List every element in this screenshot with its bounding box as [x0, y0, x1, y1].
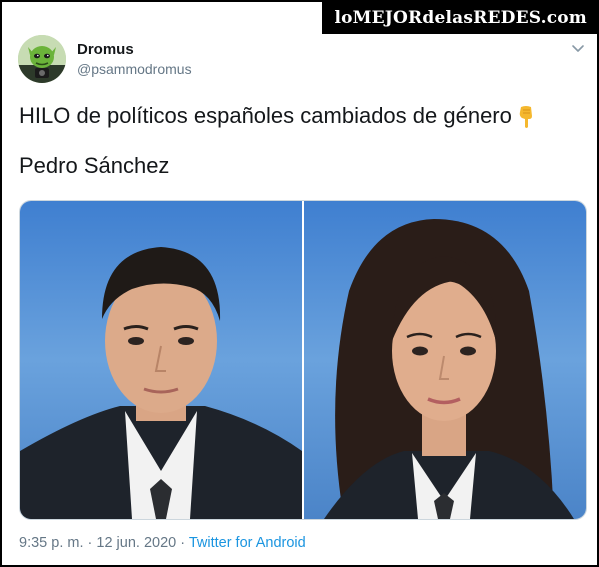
chevron-down-icon — [572, 45, 584, 52]
tweet-meta: 9:35 p. m. · 12 jun. 2020 · Twitter for … — [19, 535, 306, 551]
alien-avatar-icon — [18, 35, 66, 83]
tweet-text-line1: HILO de políticos españoles cambiados de… — [19, 103, 512, 128]
meta-separator: · — [83, 535, 97, 551]
tweet-menu-button[interactable] — [570, 40, 586, 56]
photo-original[interactable] — [20, 201, 302, 519]
meta-separator: · — [176, 535, 189, 551]
tweet-header: Dromus @psammodromus — [18, 35, 588, 85]
tweet-time[interactable]: 9:35 p. m. — [19, 535, 83, 551]
display-name[interactable]: Dromus — [77, 41, 134, 58]
backhand-index-pointing-down-emoji — [519, 106, 532, 129]
user-handle[interactable]: @psammodromus — [77, 61, 192, 77]
tweet-media[interactable] — [19, 200, 587, 520]
photo-gender-swapped[interactable] — [304, 201, 586, 519]
tweet-date[interactable]: 12 jun. 2020 — [96, 535, 176, 551]
tweet-source-link[interactable]: Twitter for Android — [189, 535, 306, 551]
man-portrait-image — [20, 201, 302, 519]
tweet-text: HILO de políticos españoles cambiados de… — [19, 102, 579, 180]
watermark: loMEJORdelasREDES.com — [322, 2, 597, 34]
avatar[interactable] — [18, 35, 66, 83]
woman-portrait-image — [304, 201, 586, 519]
screenshot-frame: loMEJORdelasREDES.com Dromus @psammodrom… — [0, 0, 599, 567]
tweet-text-line2: Pedro Sánchez — [19, 153, 170, 179]
